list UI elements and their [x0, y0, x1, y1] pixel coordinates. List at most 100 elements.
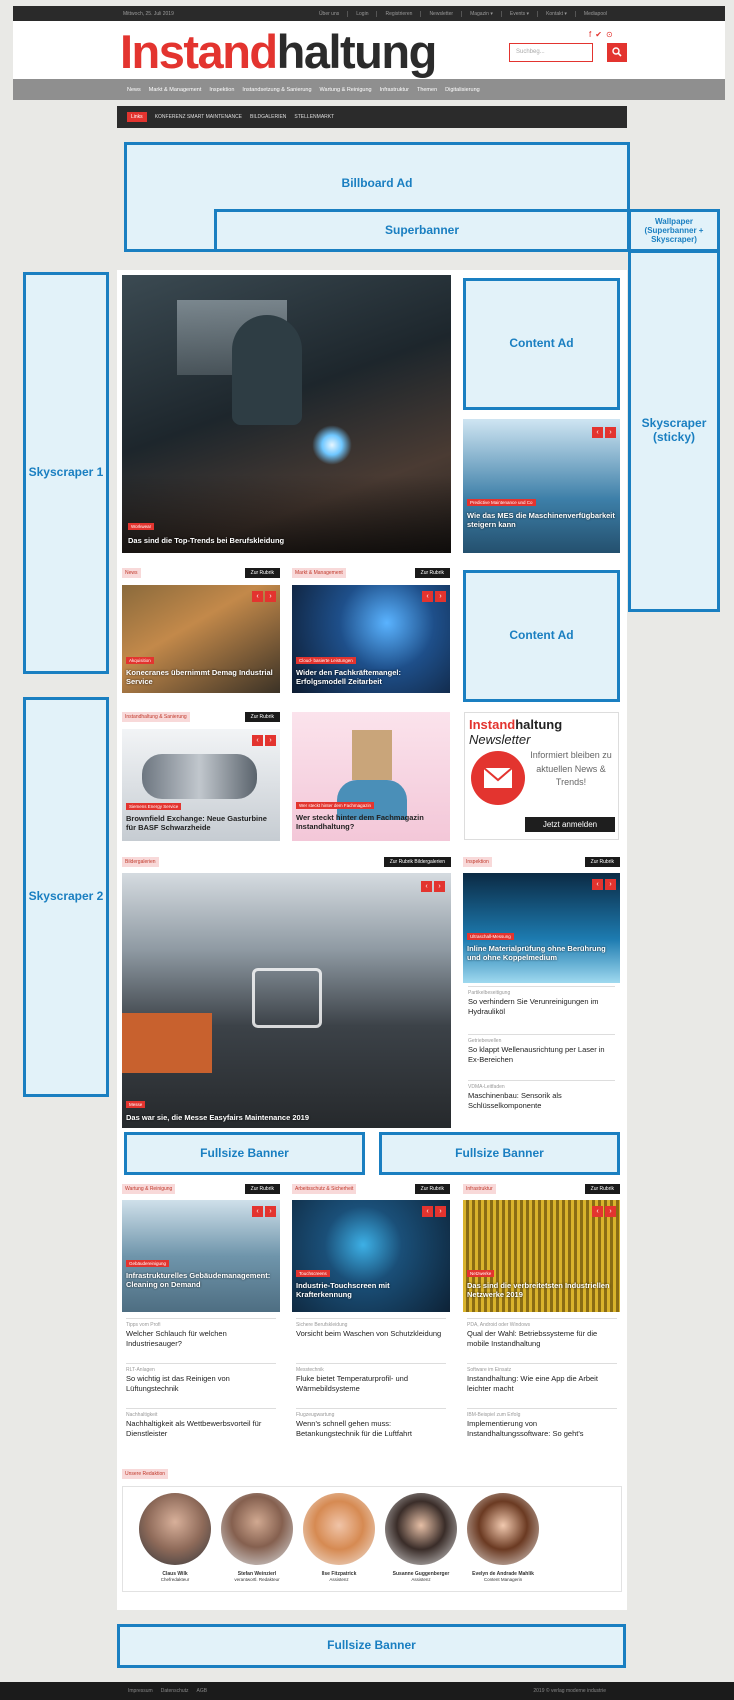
footer-agb[interactable]: AGB — [197, 1688, 208, 1694]
arrow-left-icon[interactable]: ‹ — [592, 879, 603, 890]
fullsize-banner-2[interactable]: Fullsize Banner — [379, 1132, 620, 1175]
news-teaser[interactable]: ‹ › Akquisition Konecranes übernimmt Dema… — [122, 585, 280, 693]
news-rubrik-button[interactable]: Zur Rubrik — [244, 568, 280, 578]
link-newsletter[interactable]: Newsletter — [420, 10, 461, 17]
arrow-right-icon[interactable]: › — [435, 591, 446, 602]
skyscraper-sticky-ad[interactable]: Skyscraper (sticky) — [628, 250, 720, 612]
skyscraper-1-ad[interactable]: Skyscraper 1 — [23, 272, 109, 674]
arrow-left-icon[interactable]: ‹ — [252, 735, 263, 746]
link-events[interactable]: Events ▾ — [500, 10, 537, 17]
youtube-icon[interactable]: ⊙ — [606, 30, 613, 39]
list-item[interactable]: Software im Einsatz Instandhaltung: Wie e… — [467, 1363, 617, 1393]
search-input[interactable]: Suchbeg... — [509, 43, 593, 62]
nav-markt-management[interactable]: Markt & Management — [149, 87, 202, 93]
link-login[interactable]: Login — [347, 10, 376, 17]
nav-wartung[interactable]: Wartung & Reinigung — [320, 87, 372, 93]
subnav-stellenmarkt[interactable]: STELLENMARKT — [294, 114, 334, 120]
link-ueber-uns[interactable]: Über uns — [311, 11, 347, 17]
fullsize-banner-1[interactable]: Fullsize Banner — [124, 1132, 365, 1175]
list-item[interactable]: Partikelbeseitigung So verhindern Sie Ver… — [468, 986, 615, 1016]
content-ad-2[interactable]: Content Ad — [463, 570, 620, 702]
team-member[interactable]: Stefan Weinzierl verantwortl. Redakteur — [217, 1493, 297, 1582]
list-item[interactable]: Getriebewellen So klappt Wellenausrichtun… — [468, 1034, 615, 1064]
arrow-right-icon[interactable]: › — [605, 427, 616, 438]
arrow-right-icon[interactable]: › — [434, 881, 445, 892]
arbeitsschutz-section-label: Arbeitsschutz & Sicherheit — [292, 1184, 357, 1194]
site-logo[interactable]: Instandhaltung — [120, 24, 437, 80]
list-item[interactable]: Sichere Berufskleidung Vorsicht beim Wasc… — [296, 1318, 446, 1339]
team-member[interactable]: Susanne Guggenberger Assistenz — [381, 1493, 461, 1582]
arrow-left-icon[interactable]: ‹ — [421, 881, 432, 892]
gallery-teaser[interactable]: ‹ › Messe Das war sie, die Messe Easyfair… — [122, 873, 451, 1128]
fullsize-banner-3[interactable]: Fullsize Banner — [117, 1624, 626, 1668]
content-ad-1[interactable]: Content Ad — [463, 278, 620, 410]
slider-arrows: ‹ › — [592, 427, 616, 438]
subnav-bildergalerien[interactable]: BILDGALERIEN — [250, 114, 286, 120]
footer-impressum[interactable]: Impressum — [128, 1688, 153, 1694]
list-item[interactable]: Tipps vom Profi Welcher Schlauch für welc… — [126, 1318, 276, 1348]
markt-teaser[interactable]: ‹ › Cloud- basierte Leistungen Wider den … — [292, 585, 450, 693]
list-item[interactable]: IBM-Beispiel zum Erfolg Implementierung v… — [467, 1408, 617, 1438]
arbeitsschutz-teaser[interactable]: ‹ › Touchscreens Industrie-Touchscreen mi… — [292, 1200, 450, 1312]
link-kontakt[interactable]: Kontakt ▾ — [537, 10, 575, 17]
list-item[interactable]: VDMA-Leitfaden Maschinenbau: Sensorik als… — [468, 1080, 615, 1110]
instand-rubrik-button[interactable]: Zur Rubrik — [244, 712, 280, 722]
link-registrieren[interactable]: Registrieren — [376, 10, 420, 17]
arrow-right-icon[interactable]: › — [435, 1206, 446, 1217]
wallpaper-ad[interactable]: Wallpaper (Superbanner + Skyscraper) — [628, 209, 720, 252]
inspektion-teaser-caption: Inline Materialprüfung ohne Berührung un… — [467, 944, 606, 962]
link-mediapool[interactable]: Mediapool — [574, 10, 615, 17]
arrow-left-icon[interactable]: ‹ — [422, 591, 433, 602]
list-item[interactable]: Nachhaltigkeit Nachhaltigkeit als Wettbew… — [126, 1408, 276, 1438]
arrow-left-icon[interactable]: ‹ — [252, 1206, 263, 1217]
superbanner-ad[interactable]: Superbanner — [214, 209, 630, 252]
facebook-icon[interactable]: f — [589, 30, 591, 39]
arrow-right-icon[interactable]: › — [605, 879, 616, 890]
arrow-left-icon[interactable]: ‹ — [592, 427, 603, 438]
arrow-left-icon[interactable]: ‹ — [252, 591, 263, 602]
markt-rubrik-button[interactable]: Zur Rubrik — [414, 568, 450, 578]
team-member[interactable]: Claus Wilk Chefredakteur — [135, 1493, 215, 1582]
team-member[interactable]: Ilse Fitzpatrick Assistenz — [299, 1493, 379, 1582]
nav-inspektion[interactable]: Inspektion — [209, 87, 234, 93]
list-item[interactable]: Flugzeugwartung Wenn's schnell gehen muss… — [296, 1408, 446, 1438]
spark-glow-shape — [312, 425, 352, 465]
nav-news[interactable]: News — [127, 87, 141, 93]
list-item[interactable]: RLT-Anlagen So wichtig ist das Reinigen v… — [126, 1363, 276, 1393]
footer-datenschutz[interactable]: Datenschutz — [161, 1688, 189, 1694]
arrow-right-icon[interactable]: › — [265, 735, 276, 746]
hero-teaser[interactable]: Workwear Das sind die Top-Trends bei Ber… — [122, 275, 451, 553]
quiz-teaser[interactable]: Wer steckt hinter dem Fachmagazin Wer st… — [292, 712, 450, 841]
xing-icon[interactable]: ✔ — [595, 30, 602, 39]
arrow-left-icon[interactable]: ‹ — [592, 1206, 603, 1217]
gas-turbine-shape — [142, 754, 257, 799]
team-member[interactable]: Evelyn de Andrade Mahlik Content Manageri… — [463, 1493, 543, 1582]
nav-digitalisierung[interactable]: Digitalisierung — [445, 87, 480, 93]
link-magazin[interactable]: Magazin ▾ — [461, 10, 501, 17]
subnav-konferenz[interactable]: KONFERENZ SMART MAINTENANCE — [155, 114, 242, 120]
nav-themen[interactable]: Themen — [417, 87, 437, 93]
list-item[interactable]: PDA, Android oder Windows Qual der Wahl: … — [467, 1318, 617, 1348]
nav-instandsetzung[interactable]: Instandsetzung & Sanierung — [242, 87, 311, 93]
instand-section-header: Instandhaltung & Sanierung Zur Rubrik — [122, 711, 280, 723]
inspektion-rubrik-button[interactable]: Zur Rubrik — [584, 857, 620, 867]
arbeitsschutz-rubrik-button[interactable]: Zur Rubrik — [414, 1184, 450, 1194]
infrastruktur-rubrik-button[interactable]: Zur Rubrik — [584, 1184, 620, 1194]
arrow-right-icon[interactable]: › — [605, 1206, 616, 1217]
wartung-teaser[interactable]: ‹ › Gebäudereinigung Infrastrukturelles G… — [122, 1200, 280, 1312]
side-teaser[interactable]: ‹ › Predictive Maintenance und Co Wie das… — [463, 419, 620, 553]
infrastruktur-teaser[interactable]: ‹ › Netzwerke Das sind die verbreitetsten… — [463, 1200, 620, 1312]
newsletter-subscribe-button[interactable]: Jetzt anmelden — [525, 817, 615, 832]
arrow-right-icon[interactable]: › — [265, 591, 276, 602]
inspektion-teaser[interactable]: ‹ › Ultraschall-Messung Inline Materialpr… — [463, 873, 620, 983]
wartung-rubrik-button[interactable]: Zur Rubrik — [244, 1184, 280, 1194]
arrow-left-icon[interactable]: ‹ — [422, 1206, 433, 1217]
nav-infrastruktur[interactable]: Infrastruktur — [380, 87, 409, 93]
list-item[interactable]: Messtechnik Fluke bietet Temperaturprofil… — [296, 1363, 446, 1393]
instand-teaser[interactable]: ‹ › Siemens Energy Service Brownfield Exc… — [122, 729, 280, 841]
skyscraper-2-ad[interactable]: Skyscraper 2 — [23, 697, 109, 1097]
arrow-right-icon[interactable]: › — [265, 1206, 276, 1217]
search-button[interactable] — [607, 43, 627, 62]
inspektion-section-header: Inspektion Zur Rubrik — [463, 856, 620, 868]
gallery-rubrik-button[interactable]: Zur Rubrik Bildergalerien — [383, 857, 451, 867]
